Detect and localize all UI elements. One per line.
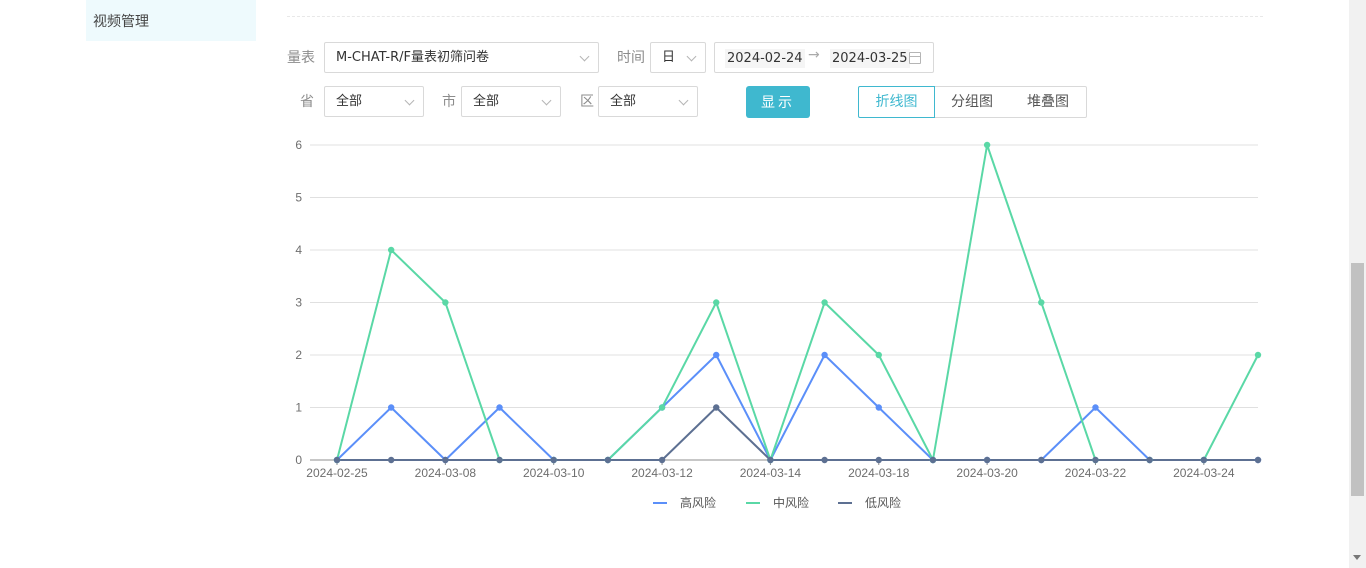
scrollbar-thumb[interactable] <box>1351 263 1364 496</box>
chevron-down-icon <box>579 51 590 62</box>
y-tick-label: 0 <box>295 453 302 467</box>
legend-item: 中风险 <box>773 495 809 510</box>
chevron-down-icon <box>678 95 689 106</box>
district-label: 区 <box>580 94 594 110</box>
data-point <box>658 456 666 464</box>
y-tick-label: 2 <box>295 348 302 362</box>
data-point <box>875 351 882 359</box>
province-label: 省 <box>300 94 314 110</box>
x-tick-label: 2024-03-22 <box>1065 466 1127 480</box>
chevron-down-icon <box>541 95 552 106</box>
x-tick-label: 2024-03-14 <box>740 466 802 480</box>
time-unit-value: 日 <box>662 50 676 65</box>
data-point <box>821 351 828 359</box>
series-line-2 <box>337 406 1258 461</box>
date-separator: → <box>808 47 820 63</box>
x-tick-label: 2024-03-12 <box>631 466 693 480</box>
line-chart: 0 1 2 3 4 5 6 2024-02-25 2024-03-08 2024-03-10 202… <box>295 138 1262 510</box>
date-end[interactable]: 2024-03-25 <box>830 49 910 68</box>
data-point <box>713 404 720 411</box>
data-point <box>713 351 720 359</box>
data-point <box>333 456 341 464</box>
sidebar-item-video-management[interactable]: 视频管理 <box>86 0 256 41</box>
x-tick-label: 2024-03-10 <box>523 466 585 480</box>
data-point <box>1254 456 1262 464</box>
data-point <box>1254 351 1262 359</box>
time-unit-select[interactable]: 日 <box>650 42 706 73</box>
scale-select[interactable]: M-CHAT-R/F量表初筛问卷 <box>324 42 599 73</box>
province-select-value: 全部 <box>336 94 363 109</box>
chevron-down-icon <box>404 95 415 106</box>
data-point <box>1038 456 1045 464</box>
chevron-down-icon <box>686 51 697 62</box>
data-point <box>442 456 449 464</box>
x-tick-label: 2024-03-18 <box>848 466 910 480</box>
date-range-picker[interactable]: 2024-02-24 → 2024-03-25 <box>714 42 934 73</box>
y-tick-label: 4 <box>295 243 302 257</box>
page: 视频管理 量表 M-CHAT-R/F量表初筛问卷 时间 日 2024-02-24… <box>0 0 1366 568</box>
x-tick-label: 2024-03-08 <box>415 466 477 480</box>
data-point <box>496 404 503 411</box>
y-tick-label: 5 <box>295 191 302 205</box>
scale-select-value: M-CHAT-R/F量表初筛问卷 <box>336 50 489 65</box>
data-point <box>1146 456 1153 464</box>
data-point <box>442 299 449 306</box>
date-start[interactable]: 2024-02-24 <box>725 49 805 68</box>
data-point <box>821 456 828 464</box>
x-tick-label: 2024-02-25 <box>306 466 368 480</box>
data-point <box>875 404 882 411</box>
x-tick-label: 2024-03-24 <box>1173 466 1235 480</box>
data-point <box>983 456 991 464</box>
show-button[interactable]: 显示 <box>746 86 810 118</box>
tab-line-chart[interactable]: 折线图 <box>858 86 935 118</box>
legend-item: 低风险 <box>865 495 901 510</box>
data-point <box>658 404 666 411</box>
data-point <box>875 456 882 464</box>
sidebar-item-label: 视频管理 <box>93 14 149 30</box>
time-label: 时间 <box>617 50 645 66</box>
data-point <box>604 456 612 464</box>
data-point <box>550 456 557 464</box>
y-tick-label: 3 <box>295 296 302 310</box>
data-point <box>387 246 395 254</box>
x-tick-label: 2024-03-20 <box>956 466 1018 480</box>
data-point <box>1092 456 1099 464</box>
tab-grouped-chart[interactable]: 分组图 <box>934 86 1011 118</box>
data-point <box>1038 299 1045 306</box>
data-point <box>713 299 720 306</box>
divider <box>287 16 1263 17</box>
data-point <box>767 456 774 464</box>
calendar-icon <box>909 52 921 64</box>
data-point <box>1092 404 1099 411</box>
scroll-down-arrow-icon[interactable] <box>1353 555 1361 560</box>
city-select-value: 全部 <box>473 94 500 109</box>
data-point <box>821 299 828 306</box>
district-select[interactable]: 全部 <box>598 86 698 117</box>
data-point <box>983 141 991 149</box>
city-select[interactable]: 全部 <box>461 86 561 117</box>
data-point <box>1200 456 1208 464</box>
scale-label: 量表 <box>287 50 315 66</box>
province-select[interactable]: 全部 <box>324 86 424 117</box>
legend-item: 高风险 <box>680 495 716 510</box>
city-label: 市 <box>442 94 456 110</box>
data-point <box>496 456 503 464</box>
data-point <box>387 456 395 464</box>
district-select-value: 全部 <box>610 94 637 109</box>
data-point <box>929 456 937 464</box>
data-point <box>387 404 395 411</box>
y-tick-label: 6 <box>295 138 302 152</box>
tab-stacked-chart[interactable]: 堆叠图 <box>1010 86 1087 118</box>
y-tick-label: 1 <box>295 401 302 415</box>
